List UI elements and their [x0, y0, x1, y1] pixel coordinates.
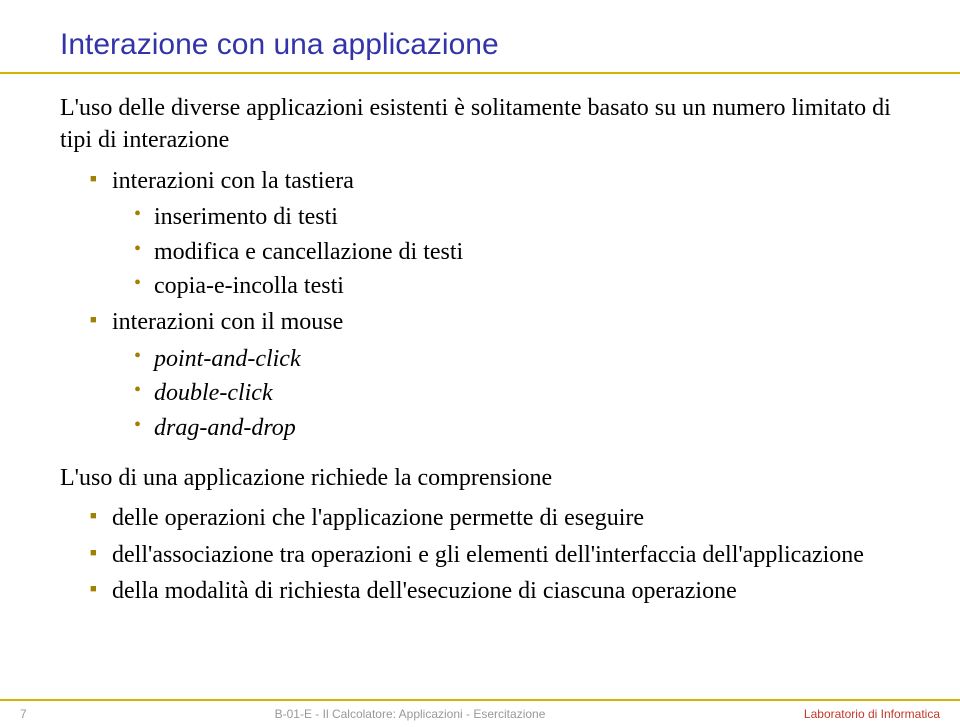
- mouse-sub-list: point-and-click double-click drag-and-dr…: [134, 343, 900, 444]
- keyboard-sub-list: inserimento di testi modifica e cancella…: [134, 201, 900, 302]
- list-item: dell'associazione tra operazioni e gli e…: [90, 539, 900, 571]
- sub-list-item: inserimento di testi: [134, 201, 900, 233]
- sub-list-item: copia-e-incolla testi: [134, 270, 900, 302]
- footer-right-text: Laboratorio di Informatica: [740, 707, 940, 721]
- slide-title: Interazione con una applicazione: [60, 28, 900, 62]
- sub-list-item: modifica e cancellazione di testi: [134, 236, 900, 268]
- list-item: interazioni con la tastiera inserimento …: [90, 165, 900, 303]
- intro-paragraph-2: L'uso di una applicazione richiede la co…: [60, 462, 900, 494]
- italic-term: point-and-click: [154, 346, 301, 372]
- sub-list-item: double-click: [134, 377, 900, 409]
- interaction-types-list: interazioni con la tastiera inserimento …: [90, 165, 900, 444]
- sub-list-item: point-and-click: [134, 343, 900, 375]
- list-item: delle operazioni che l'applicazione perm…: [90, 502, 900, 534]
- intro-paragraph-1: L'uso delle diverse applicazioni esisten…: [60, 92, 900, 157]
- list-item: della modalità di richiesta dell'esecuzi…: [90, 575, 900, 607]
- slide-content: L'uso delle diverse applicazioni esisten…: [60, 92, 900, 607]
- title-divider: [0, 72, 960, 74]
- italic-term: double-click: [154, 380, 273, 406]
- list-item-text: interazioni con il mouse: [112, 309, 343, 335]
- footer-center-text: B-01-E - Il Calcolatore: Applicazioni - …: [80, 707, 740, 721]
- comprehension-list: delle operazioni che l'applicazione perm…: [90, 502, 900, 607]
- slide-footer: 7 B-01-E - Il Calcolatore: Applicazioni …: [0, 699, 960, 727]
- list-item-text: interazioni con la tastiera: [112, 168, 354, 194]
- italic-term: drag-and-drop: [154, 415, 296, 441]
- page-number: 7: [20, 707, 80, 721]
- sub-list-item: drag-and-drop: [134, 412, 900, 444]
- list-item: interazioni con il mouse point-and-click…: [90, 306, 900, 444]
